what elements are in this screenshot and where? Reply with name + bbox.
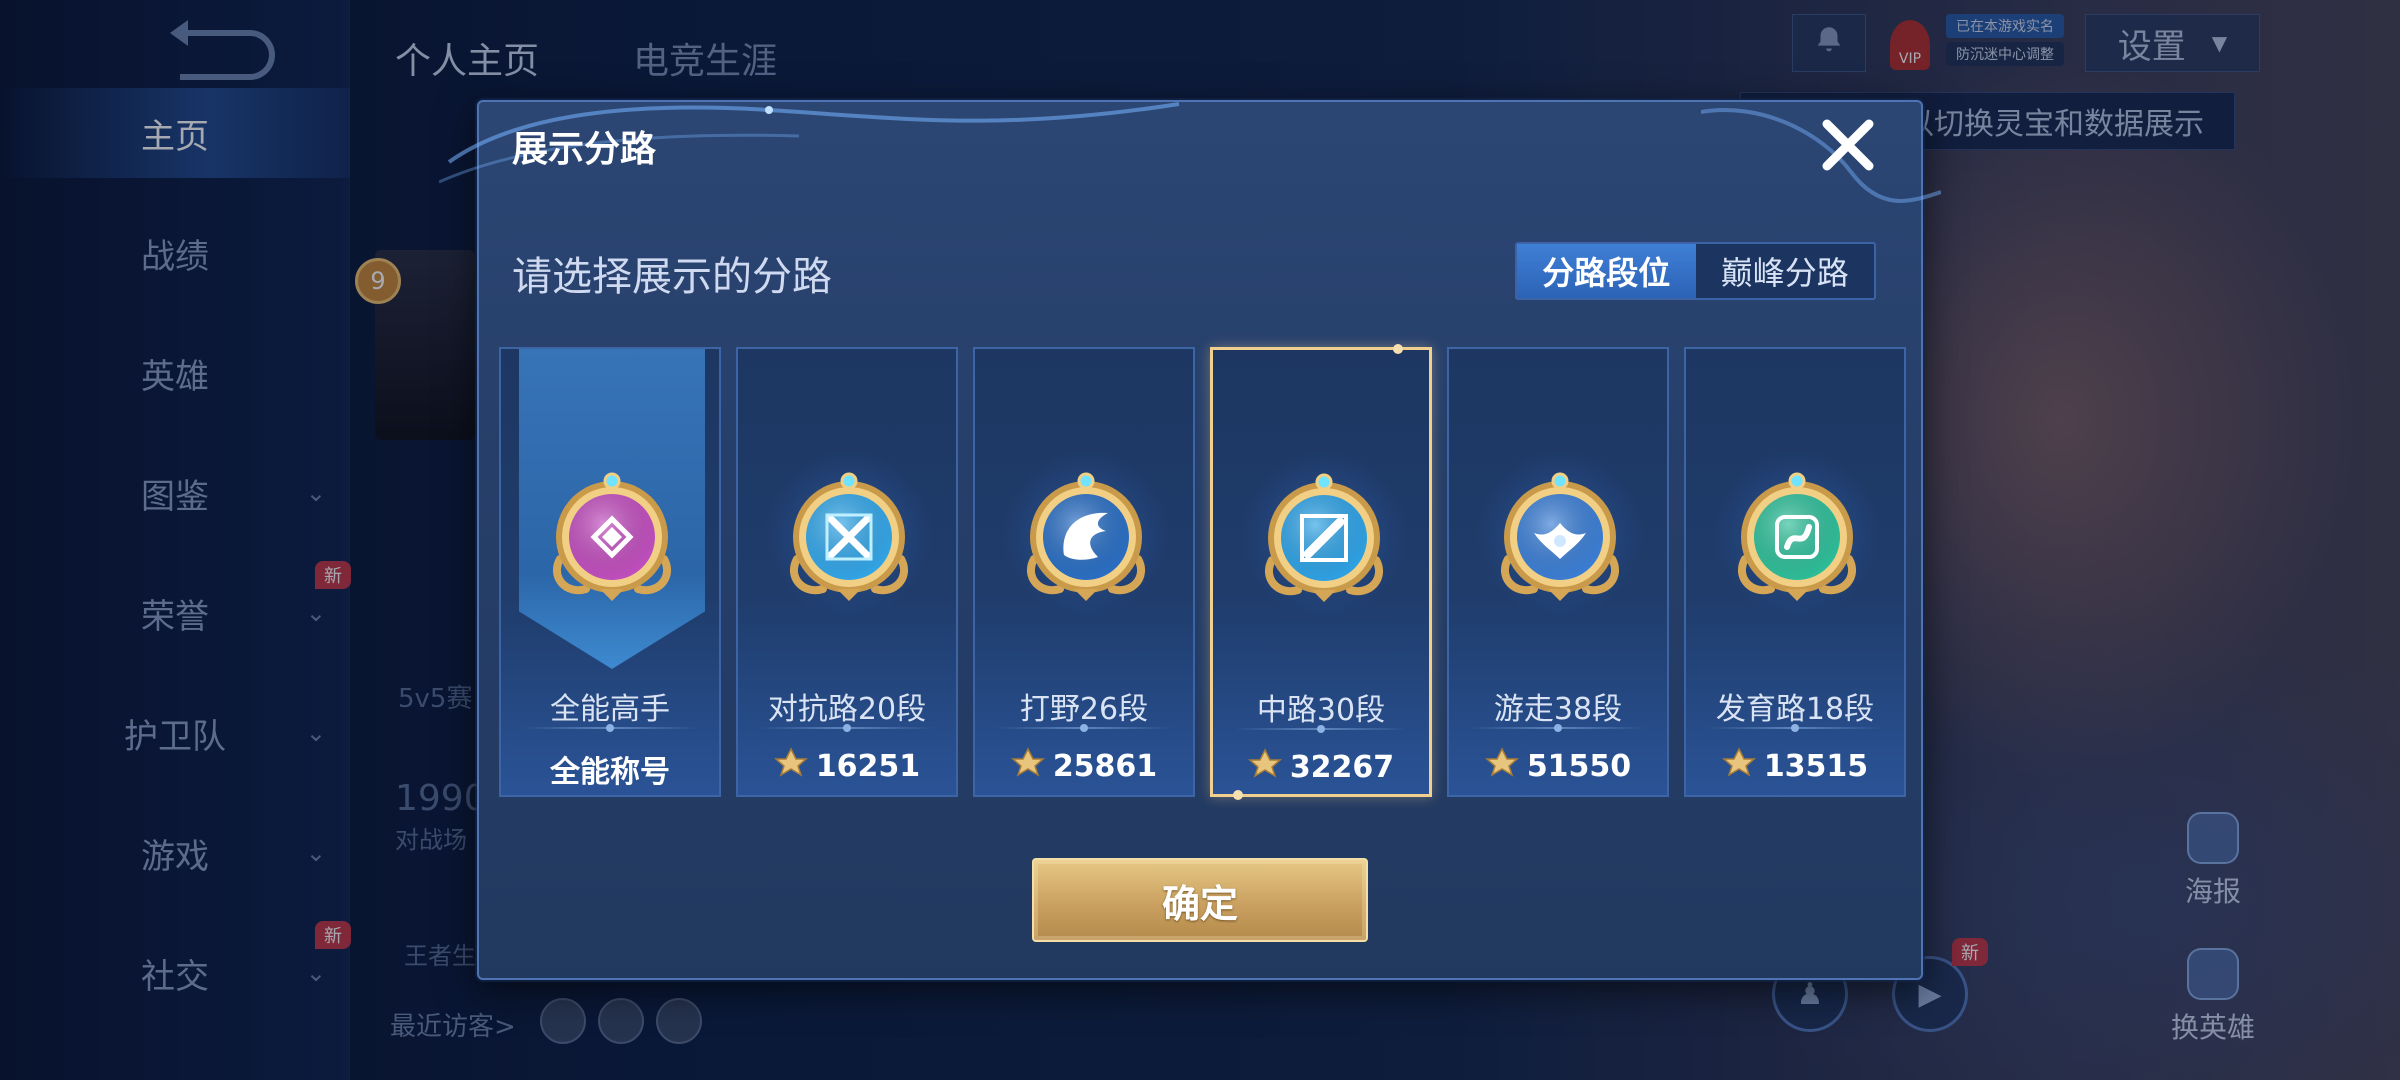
lane-card-value: 16251 bbox=[738, 747, 956, 785]
lane-card-value-text: 16251 bbox=[815, 748, 921, 784]
selection-dot bbox=[1393, 344, 1403, 354]
lane-card-value-text: 32267 bbox=[1289, 749, 1395, 785]
lane-card-label: 对抗路20段 bbox=[767, 692, 927, 727]
tab-peak-lane[interactable]: 巅峰分路 bbox=[1696, 244, 1875, 298]
lane-card-label: 中路30段 bbox=[1256, 693, 1386, 728]
lane-card-value-text: 51550 bbox=[1526, 748, 1632, 784]
lane-card[interactable]: 对抗路20段 16251 bbox=[736, 347, 958, 797]
lane-card-label: 全能高手 bbox=[550, 692, 670, 727]
divider bbox=[760, 724, 934, 732]
divider bbox=[1471, 724, 1645, 732]
tab-lane-rank[interactable]: 分路段位 bbox=[1517, 244, 1696, 298]
lane-card-label: 打野26段 bbox=[1019, 692, 1149, 727]
selection-dot bbox=[1233, 790, 1243, 800]
mid-lane-emblem-icon bbox=[1258, 468, 1390, 608]
modal-title: 展示分路 bbox=[512, 129, 657, 170]
divider bbox=[1708, 724, 1882, 732]
lane-card-value: 13515 bbox=[1686, 747, 1904, 785]
roam-emblem-icon bbox=[1494, 467, 1626, 607]
lane-card-value-text: 25861 bbox=[1052, 748, 1158, 784]
jungle-emblem-icon bbox=[1020, 467, 1152, 607]
lane-card-value: 25861 bbox=[975, 747, 1193, 785]
farm-lane-emblem-icon bbox=[1731, 467, 1863, 607]
close-icon bbox=[1822, 119, 1874, 171]
score-icon bbox=[1010, 747, 1045, 785]
lane-card[interactable]: 发育路18段 13515 bbox=[1684, 347, 1906, 797]
lane-card[interactable]: 中路30段 32267 bbox=[1210, 344, 1432, 800]
divider bbox=[523, 724, 697, 732]
lane-card-list: 全能高手 全能称号 对抗路20段 16251 打野26段 25861 中路30段 32267 游… bbox=[499, 344, 1906, 800]
lane-card-value: 全能称号 bbox=[501, 747, 719, 791]
modal-subtitle: 请选择展示的分路 bbox=[512, 254, 832, 300]
clash-lane-emblem-icon bbox=[783, 467, 915, 607]
lane-display-modal: 展示分路 请选择展示的分路 分路段位 巅峰分路 全能高手 全能称号 对抗路20段 16… bbox=[439, 100, 1941, 980]
lane-card-label: 发育路18段 bbox=[1715, 692, 1875, 727]
lane-card-value-text: 13515 bbox=[1763, 748, 1869, 784]
display-mode-toggle: 分路段位 巅峰分路 bbox=[1515, 242, 1876, 300]
close-button[interactable] bbox=[1813, 110, 1883, 180]
lane-card[interactable]: 全能高手 全能称号 bbox=[499, 347, 721, 797]
score-icon bbox=[1484, 747, 1519, 785]
score-icon bbox=[773, 747, 808, 785]
lane-card[interactable]: 游走38段 51550 bbox=[1447, 347, 1669, 797]
allrounder-emblem-icon bbox=[546, 467, 678, 607]
score-icon bbox=[1721, 747, 1756, 785]
score-icon bbox=[1247, 748, 1282, 786]
lane-card-value-text: 全能称号 bbox=[550, 755, 670, 790]
confirm-button[interactable]: 确定 bbox=[1032, 858, 1368, 942]
lane-card-label: 游走38段 bbox=[1493, 692, 1623, 727]
lane-card-value: 32267 bbox=[1213, 748, 1429, 786]
lane-card-value: 51550 bbox=[1449, 747, 1667, 785]
divider bbox=[997, 724, 1171, 732]
lane-card[interactable]: 打野26段 25861 bbox=[973, 347, 1195, 797]
divider bbox=[1235, 725, 1407, 733]
